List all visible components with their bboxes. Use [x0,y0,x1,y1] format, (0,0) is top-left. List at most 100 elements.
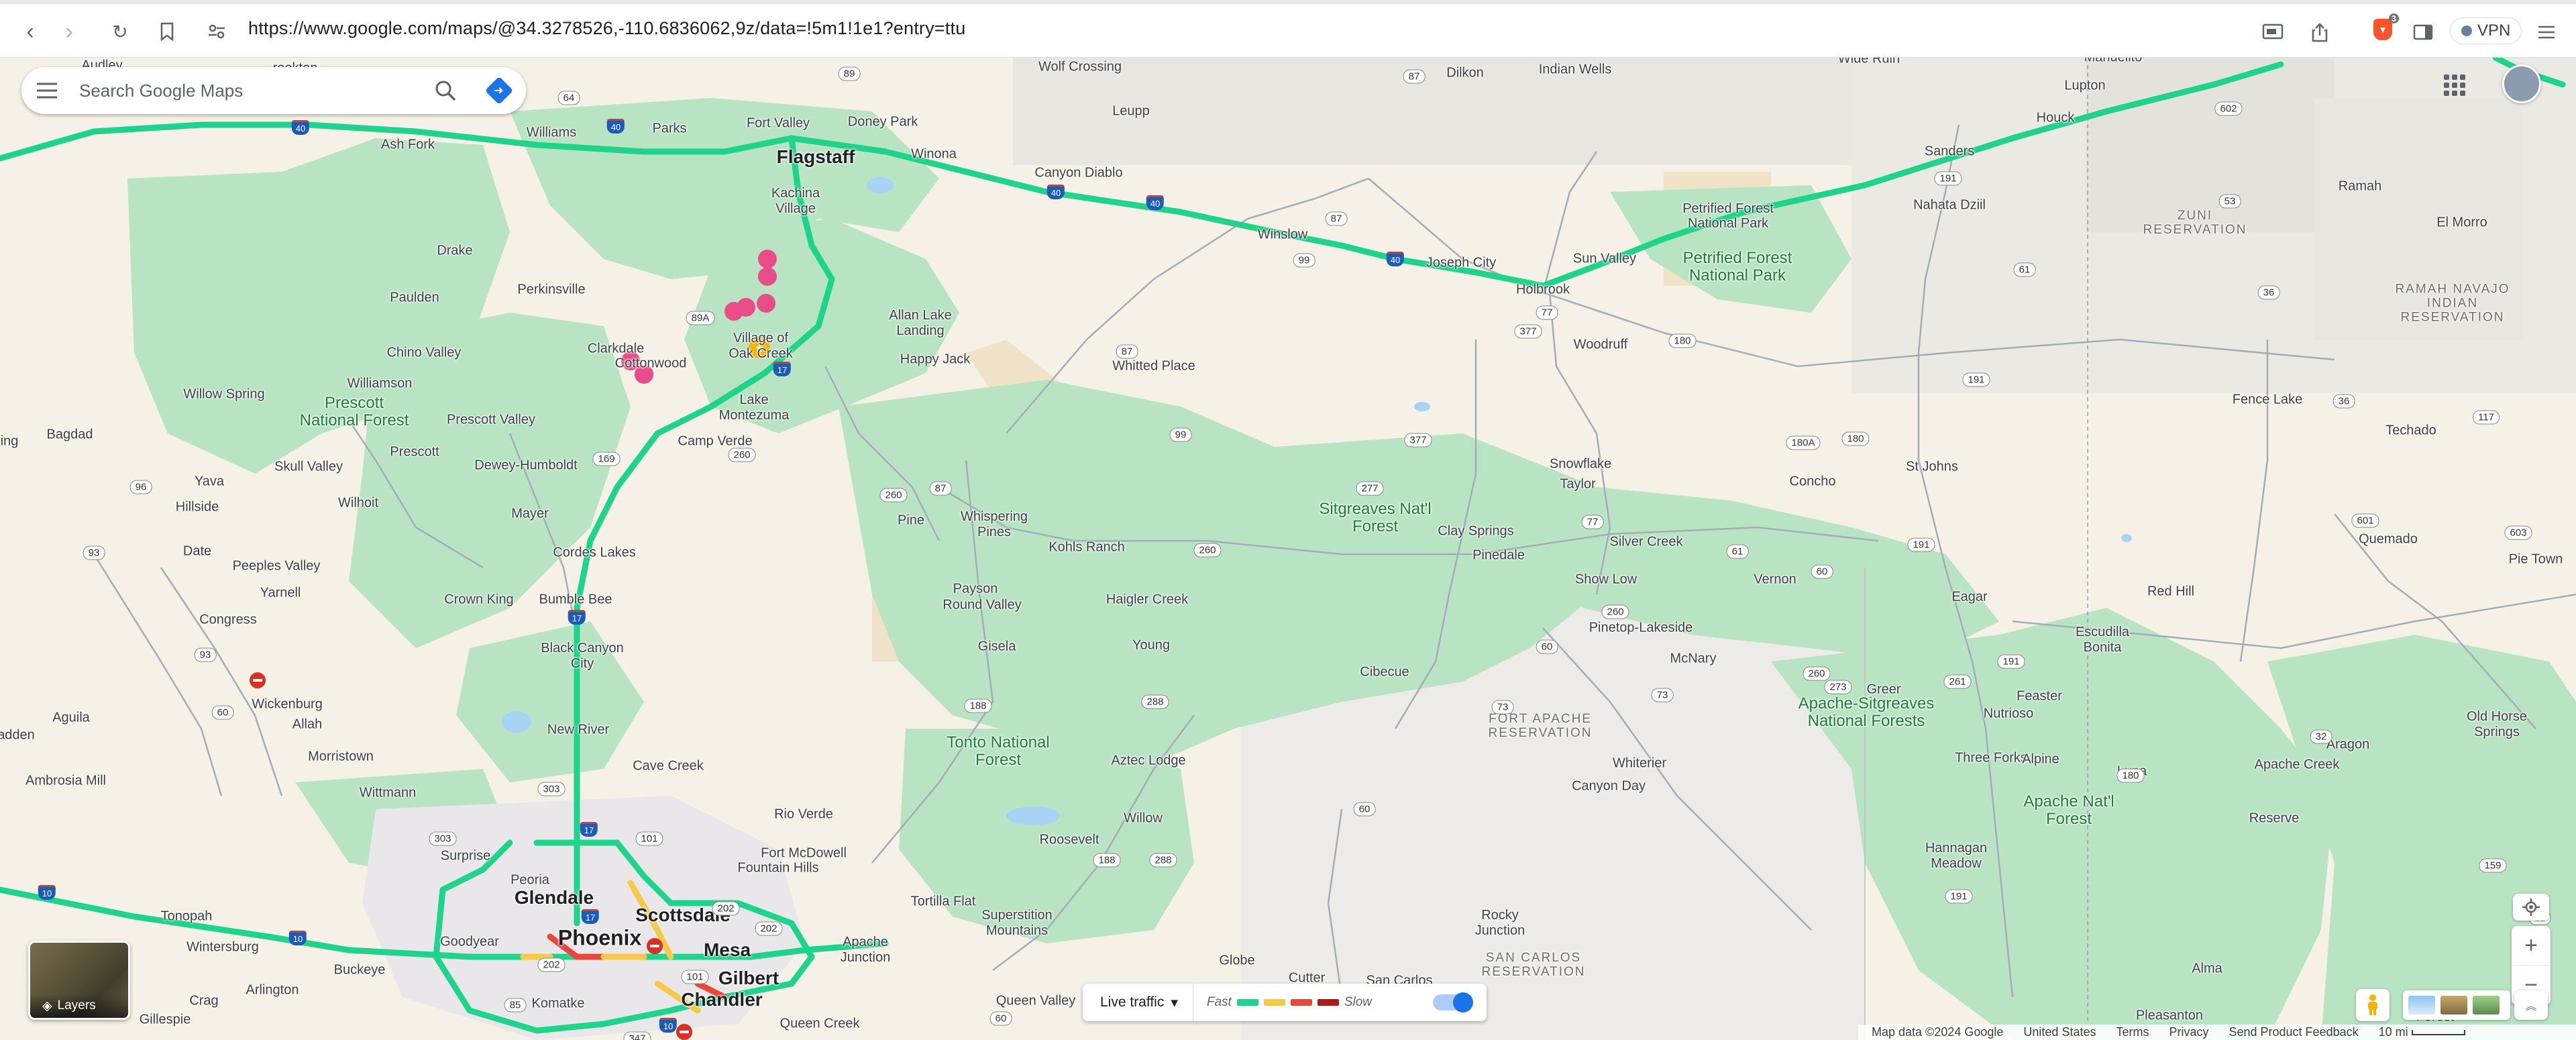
place-label[interactable]: Sun Valley [1573,252,1636,267]
park-label[interactable]: Apache-Sitgreaves National Forests [1782,695,1950,730]
place-label[interactable]: Aztec Lodge [1111,753,1185,769]
share-icon[interactable] [2305,17,2334,47]
place-label[interactable]: Williamson [347,376,413,392]
place-label[interactable]: Glendale [515,887,594,908]
place-label[interactable]: Eagar [1951,590,1987,605]
place-label[interactable]: Young [1132,638,1170,654]
search-box[interactable]: ➜ [21,67,526,114]
apps-grid-icon[interactable] [2439,70,2470,101]
place-label[interactable]: Joseph City [1426,256,1497,271]
place-label[interactable]: Ramah [2339,179,2381,195]
place-label[interactable]: Allah [292,717,322,733]
place-label[interactable]: Houck [2037,111,2075,126]
place-label[interactable]: New River [547,723,609,738]
site-settings-icon[interactable] [201,16,232,47]
place-label[interactable]: Apache Creek [2255,758,2340,773]
place-label[interactable]: Buckeye [334,963,386,978]
place-label[interactable]: Happy Jack [900,352,971,368]
place-label[interactable]: Quemado [2359,532,2418,548]
terrain-thumbnail-icon[interactable] [2408,996,2435,1015]
place-label[interactable]: Gillespie [140,1012,191,1028]
place-label[interactable]: Prescott [390,445,439,460]
traffic-type-dropdown[interactable]: Live traffic ▾ [1083,984,1193,1021]
place-label[interactable]: Ambrosia Mill [25,774,106,789]
place-label[interactable]: Bumble Bee [539,592,612,608]
place-label[interactable]: Cave Creek [633,759,704,774]
place-label[interactable]: Hillside [176,500,219,515]
park-label[interactable]: Apache Nat'l Forest [2019,793,2119,828]
place-label[interactable]: Peeples Valley [233,559,321,574]
place-label[interactable]: Winslow [1258,227,1307,243]
place-label[interactable]: Haigler Creek [1106,592,1188,608]
address-bar[interactable]: https://www.google.com/maps/@34.3278526,… [248,18,965,39]
place-label[interactable]: Phoenix [558,926,641,951]
place-label[interactable]: Clarkdale [588,342,644,357]
account-avatar[interactable] [2502,64,2541,103]
place-label[interactable]: Sanders [1925,144,1975,160]
expand-chevron-icon[interactable]: ︽ [2514,990,2548,1020]
place-label[interactable]: Concho [1790,474,1836,490]
place-label[interactable]: Canyon Day [1572,779,1646,794]
terms-link[interactable]: Terms [2116,1025,2149,1039]
place-label[interactable]: Tortilla Flat [911,894,976,910]
forward-icon[interactable]: › [54,16,85,47]
menu-icon[interactable] [2532,17,2561,47]
reservation-label[interactable]: SAN CARLOS RESERVATION [1473,951,1594,979]
place-label[interactable]: Surprise [441,849,490,864]
place-label[interactable]: Fountain Hills [737,861,818,876]
imagery-options[interactable] [2403,990,2510,1020]
place-label[interactable]: adden [0,728,35,743]
place-label[interactable]: Wilhoit [338,496,378,511]
place-label[interactable]: Reserve [2249,811,2299,827]
place-label[interactable]: Doney Park [848,115,918,130]
layers-button[interactable]: ◈ Layers [28,941,130,1020]
place-label[interactable]: Three Forks [1955,751,2027,766]
place-label[interactable]: St Johns [1906,460,1958,475]
place-label[interactable]: Clay Springs [1438,524,1513,539]
cast-icon[interactable] [2258,17,2288,47]
place-label[interactable]: Crag [189,994,218,1009]
place-label[interactable]: Leupp [1112,104,1150,119]
brave-shields-icon[interactable]: ▼ 3 [2373,13,2399,40]
place-label[interactable]: Wittmann [360,786,416,801]
place-label[interactable]: Wolf Crossing [1038,60,1122,75]
place-label[interactable]: Prescott Valley [447,413,535,428]
place-label[interactable]: Superstition Mountains [970,908,1064,939]
place-label[interactable]: Woodruff [1574,337,1627,353]
country-link[interactable]: United States [2023,1025,2096,1039]
place-label[interactable]: Nutrioso [1984,707,2033,722]
place-label[interactable]: Whitted Place [1112,359,1195,374]
bookmark-icon[interactable] [152,16,182,47]
place-label[interactable]: Cibecue [1360,665,1409,680]
place-label[interactable]: Holbrook [1516,282,1570,298]
place-label[interactable]: Chandler [681,989,762,1010]
place-label[interactable]: Dewey-Humboldt [474,458,577,474]
search-input[interactable] [72,80,419,101]
place-label[interactable]: Wintersburg [186,940,259,955]
place-label[interactable]: Kohls Ranch [1049,540,1124,556]
place-label[interactable]: Pinetop-Lakeside [1589,621,1693,636]
place-label[interactable]: Crown King [444,592,513,608]
place-label[interactable]: Lake Montezuma [704,393,804,423]
place-label[interactable]: Flagstaff [777,146,855,168]
place-label[interactable]: Rio Verde [774,807,833,823]
place-label[interactable]: Pine [898,513,924,529]
park-label[interactable]: Prescott National Forest [297,395,411,429]
place-label[interactable]: Queen Valley [996,994,1076,1009]
privacy-link[interactable]: Privacy [2169,1025,2208,1039]
reload-icon[interactable]: ↻ [105,16,136,47]
place-label[interactable]: Mayer [511,507,549,522]
place-label[interactable]: Congress [199,613,257,628]
back-icon[interactable]: ‹ [15,16,46,47]
place-label[interactable]: Payson [953,582,998,597]
place-label[interactable]: Cottonwood [615,356,687,372]
place-label[interactable]: Silver Creek [1610,535,1683,550]
zoom-in-button[interactable]: + [2512,926,2551,966]
place-label[interactable]: Bagdad [47,427,93,443]
place-label[interactable]: Yava [195,474,224,490]
place-label[interactable]: Roosevelt [1040,833,1099,848]
place-label[interactable]: Kachina Village [755,186,836,217]
place-label[interactable]: Whiterier [1613,756,1666,772]
traffic-toggle[interactable] [1433,992,1473,1012]
reservation-label[interactable]: RAMAH NAVAJO INDIAN RESERVATION [2385,282,2520,325]
